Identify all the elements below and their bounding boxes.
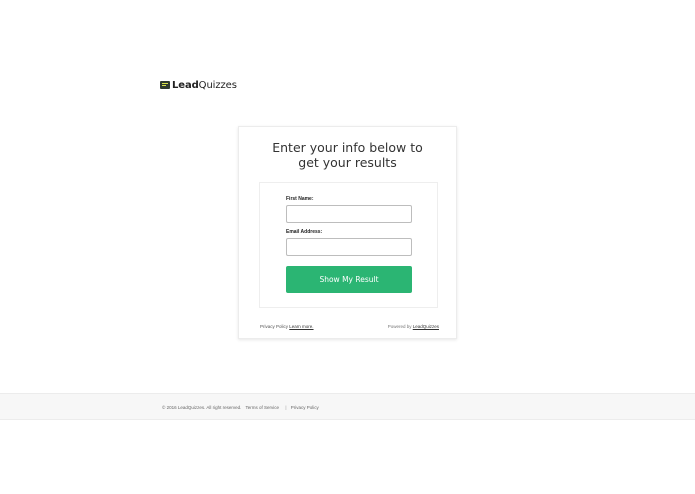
privacy-policy-text: Privacy Policy	[260, 324, 289, 329]
privacy-notice: Privacy Policy Learn more.	[260, 324, 314, 329]
powered-by-link[interactable]: LeadQuizzes	[413, 324, 439, 329]
quiz-logo-icon	[160, 81, 170, 89]
learn-more-link[interactable]: Learn more.	[289, 324, 313, 329]
lead-form: First Name: Email Address: Show My Resul…	[259, 182, 438, 308]
brand-name: LeadQuizzes	[172, 79, 237, 91]
footer-separator: |	[285, 405, 287, 410]
powered-by: Powered by LeadQuizzes	[388, 324, 439, 329]
first-name-label: First Name:	[286, 196, 314, 202]
powered-by-text: Powered by	[387, 324, 412, 329]
email-input[interactable]	[286, 238, 412, 256]
lead-capture-card: Enter your info below to get your result…	[238, 126, 457, 339]
brand-logo[interactable]: LeadQuizzes	[160, 78, 237, 92]
show-result-button[interactable]: Show My Result	[286, 266, 412, 293]
page-footer: © 2016 LeadQuizzes. All right reserved. …	[0, 393, 695, 420]
footer-content: © 2016 LeadQuizzes. All right reserved. …	[162, 405, 322, 410]
email-label: Email Address:	[286, 229, 323, 235]
card-title: Enter your info below to get your result…	[272, 140, 423, 170]
footer-privacy-link[interactable]: Privacy Policy	[291, 405, 319, 410]
terms-link[interactable]: Terms of Service	[246, 405, 280, 410]
copyright-text: © 2016 LeadQuizzes. All right reserved.	[162, 405, 242, 410]
first-name-input[interactable]	[286, 205, 412, 223]
